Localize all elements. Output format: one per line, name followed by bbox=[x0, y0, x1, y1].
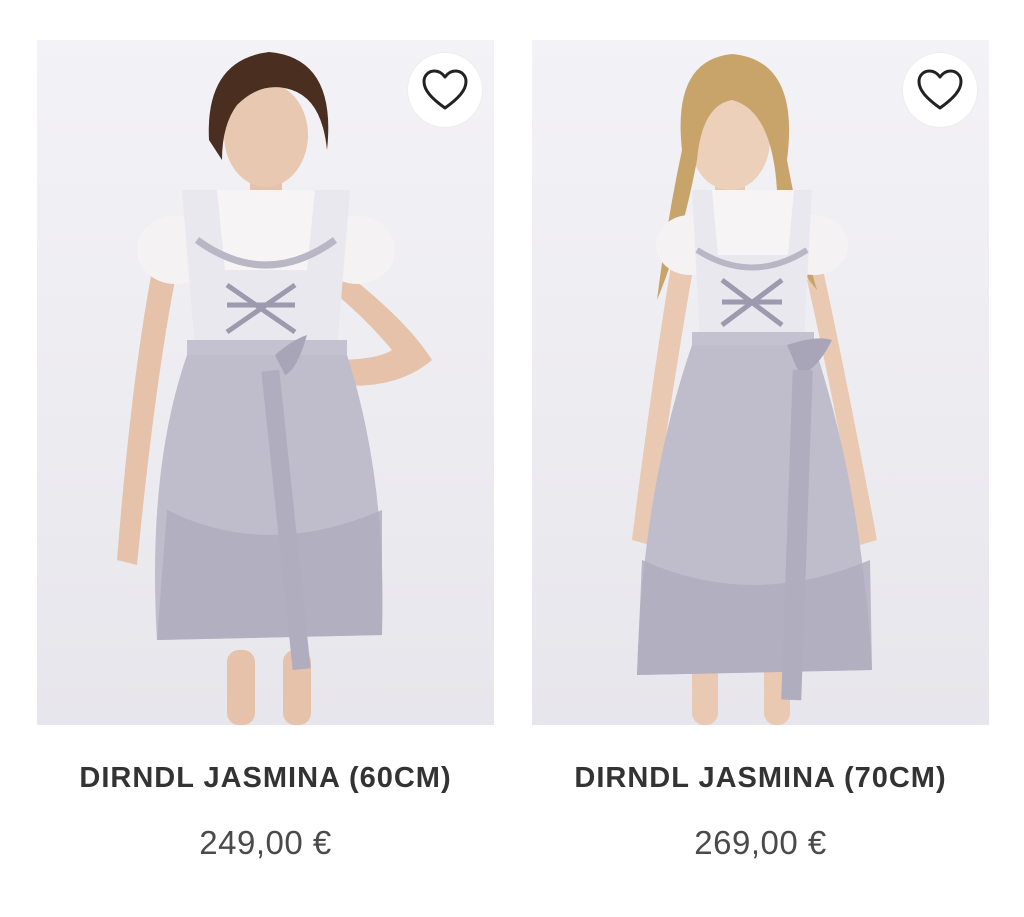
product-image[interactable] bbox=[532, 40, 989, 725]
product-price: 269,00 € bbox=[694, 824, 827, 861]
heart-outline-icon bbox=[422, 69, 468, 110]
wishlist-button[interactable] bbox=[408, 53, 482, 127]
product-name[interactable]: DIRNDL JASMINA (60CM) bbox=[37, 762, 494, 795]
model-photo bbox=[632, 54, 877, 725]
product-name[interactable]: DIRNDL JASMINA (70CM) bbox=[532, 762, 989, 795]
model-photo bbox=[117, 52, 432, 725]
product-card[interactable]: DIRNDL JASMINA (70CM) 269,00 € bbox=[532, 40, 989, 861]
product-card[interactable]: DIRNDL JASMINA (60CM) 249,00 € bbox=[37, 40, 494, 861]
heart-outline-icon bbox=[917, 69, 963, 110]
product-price: 249,00 € bbox=[199, 824, 332, 861]
wishlist-button[interactable] bbox=[903, 53, 977, 127]
product-image[interactable] bbox=[37, 40, 494, 725]
